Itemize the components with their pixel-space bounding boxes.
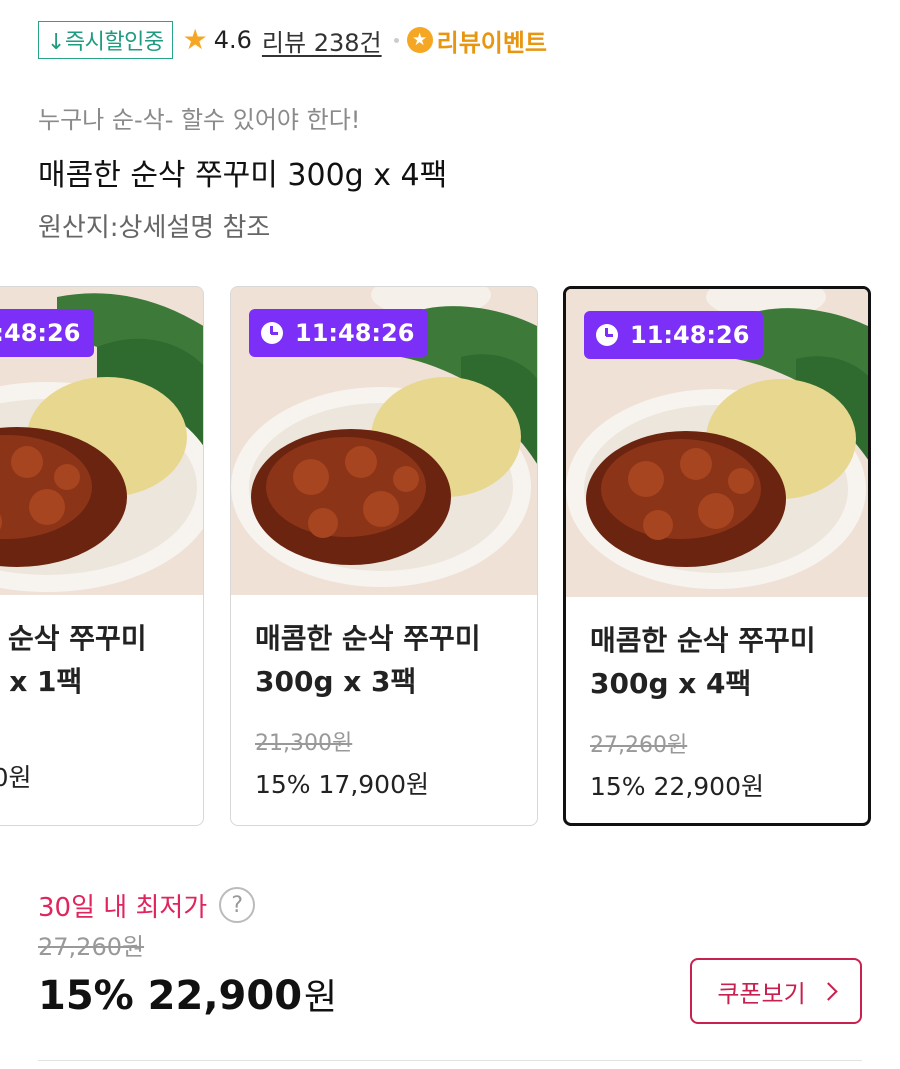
product-image: 11:48:26 (566, 289, 868, 597)
help-icon[interactable]: ? (219, 887, 256, 923)
coupon-button-label: 쿠폰보기 (717, 979, 806, 1008)
review-event-link[interactable]: 리뷰이벤트 (437, 23, 547, 58)
option-name-line2: 300g x 3팩 (255, 665, 417, 698)
option-name-line1: 매콤한 순삭 쭈꾸미 (255, 622, 481, 655)
divider (38, 1060, 862, 1061)
option-name-line2: 300g x 1팩 (0, 665, 83, 698)
rating-row: ↓즉시할인중 ★ 4.6 리뷰 238건 ★ 리뷰이벤트 (38, 20, 547, 60)
countdown-timer: 11:48:26 (249, 309, 429, 357)
option-card[interactable]: 11:48:26 매콤한 순삭 쭈꾸미 300g x 1팩 17,900원 (0, 286, 204, 826)
product-image: 11:48:26 (0, 287, 203, 595)
view-coupon-button[interactable]: 쿠폰보기 (690, 958, 862, 1024)
lowest-price-label: 30일 내 최저가 (38, 892, 208, 923)
product-image: 11:48:26 (231, 287, 537, 595)
currency-unit: 원 (304, 977, 338, 1018)
option-card-selected[interactable]: 11:48:26 매콤한 순삭 쭈꾸미 300g x 4팩 27,260원 15… (563, 286, 871, 826)
instant-discount-badge: ↓즉시할인중 (38, 21, 173, 59)
original-price: 27,260원 (38, 933, 145, 961)
lowest-price-row: 30일 내 최저가 ? (38, 885, 256, 925)
option-price: 17,900원 (0, 763, 32, 792)
option-original-price: 27,260원 (590, 733, 688, 758)
product-origin: 원산지:상세설명 참조 (38, 213, 271, 243)
star-icon: ★ (182, 23, 208, 56)
option-name-line1: 매콤한 순삭 쭈꾸미 (0, 622, 147, 655)
review-event-icon: ★ (406, 27, 433, 53)
option-original-price: 21,300원 (255, 731, 353, 756)
chevron-right-icon (818, 981, 838, 1001)
timer-text: 11:48:26 (0, 319, 81, 347)
timer-text: 11:48:26 (630, 321, 750, 349)
option-card[interactable]: 11:48:26 매콤한 순삭 쭈꾸미 300g x 3팩 21,300원 15… (230, 286, 538, 826)
separator-dot (393, 37, 399, 43)
countdown-timer: 11:48:26 (584, 311, 764, 359)
review-count-link[interactable]: 리뷰 238건 (262, 23, 382, 58)
alarm-clock-icon (596, 324, 618, 346)
rating-value: 4.6 (213, 26, 252, 54)
option-carousel[interactable]: 11:48:26 매콤한 순삭 쭈꾸미 300g x 1팩 17,900원 (0, 286, 900, 831)
option-name-line2: 300g x 4팩 (590, 667, 752, 700)
option-price: 15% 17,900원 (255, 770, 429, 799)
alarm-clock-icon (261, 322, 283, 344)
product-subtitle: 누구나 순-삭- 할수 있어야 한다! (38, 106, 361, 134)
countdown-timer: 11:48:26 (0, 309, 95, 357)
option-original-price (0, 725, 191, 750)
final-price-value: 15% 22,900 (38, 973, 303, 1019)
timer-text: 11:48:26 (295, 319, 415, 347)
product-title: 매콤한 순삭 쭈꾸미 300g x 4팩 (38, 158, 448, 193)
option-price: 15% 22,900원 (590, 772, 764, 801)
final-price: 15% 22,900 원 (38, 968, 337, 1020)
option-name-line1: 매콤한 순삭 쭈꾸미 (590, 624, 816, 657)
